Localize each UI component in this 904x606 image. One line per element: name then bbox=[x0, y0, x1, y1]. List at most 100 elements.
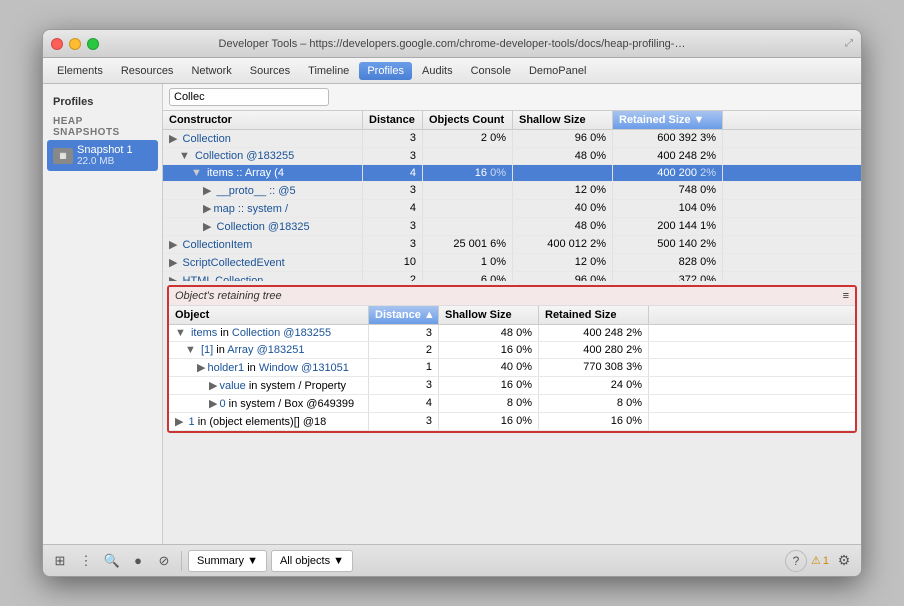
maximize-button[interactable] bbox=[87, 38, 99, 50]
td-shallow: 400 012 2% bbox=[513, 236, 613, 253]
nav-demopanel[interactable]: DemoPanel bbox=[521, 62, 594, 80]
rtd-retained: 400 248 2% bbox=[539, 325, 649, 341]
retaining-row[interactable]: ▶holder1 in Window @131051 1 40 0% 770 3… bbox=[169, 359, 855, 377]
table-row[interactable]: ▶ HTML Collection 2 6 0% 96 0% 372 0% bbox=[163, 272, 861, 281]
panel-toggle-button[interactable]: ⊞ bbox=[49, 550, 71, 572]
nav-network[interactable]: Network bbox=[183, 62, 239, 80]
td-shallow: 12 0% bbox=[513, 254, 613, 271]
retaining-row[interactable]: ▼ items in Collection @183255 3 48 0% 40… bbox=[169, 325, 855, 342]
retaining-row[interactable]: ▶0 in system / Box @649399 4 8 0% 8 0% bbox=[169, 395, 855, 413]
th-retained-size[interactable]: Retained Size ▼ bbox=[613, 111, 723, 129]
rtd-shallow: 8 0% bbox=[439, 395, 539, 412]
search-button[interactable]: 🔍 bbox=[101, 550, 123, 572]
rtd-retained: 8 0% bbox=[539, 395, 649, 412]
rtd-shallow: 16 0% bbox=[439, 377, 539, 394]
devtools-window: Developer Tools – https://developers.goo… bbox=[42, 29, 862, 577]
dropdown-arrow-icon: ▼ bbox=[247, 555, 258, 567]
td-retained: 600 392 3% bbox=[613, 130, 723, 147]
help-button[interactable]: ? bbox=[785, 550, 807, 572]
snapshot-label: Snapshot 1 bbox=[77, 144, 133, 156]
search-input[interactable] bbox=[169, 88, 329, 106]
retaining-row[interactable]: ▶value in system / Property 3 16 0% 24 0… bbox=[169, 377, 855, 395]
td-retained: 828 0% bbox=[613, 254, 723, 271]
upper-table-body[interactable]: ▶ Collection 3 2 0% 96 0% 600 392 3% ▼ C… bbox=[163, 130, 861, 281]
title-bar: Developer Tools – https://developers.goo… bbox=[43, 30, 861, 58]
td-shallow: 48 0% bbox=[513, 148, 613, 164]
record-button[interactable]: ● bbox=[127, 550, 149, 572]
rtd-shallow: 16 0% bbox=[439, 342, 539, 358]
clear-button[interactable]: ⊘ bbox=[153, 550, 175, 572]
window-title: Developer Tools – https://developers.goo… bbox=[219, 38, 686, 50]
sort-asc-arrow-icon: ▲ bbox=[424, 309, 435, 321]
td-shallow: 96 0% bbox=[513, 272, 613, 281]
td-constructor: ▶ __proto__ :: @5 bbox=[163, 182, 363, 199]
table-row[interactable]: ▶ CollectionItem 3 25 001 6% 400 012 2% … bbox=[163, 236, 861, 254]
table-row[interactable]: ▶map :: system / 4 40 0% 104 0% bbox=[163, 200, 861, 218]
rtd-object: ▶value in system / Property bbox=[169, 377, 369, 394]
close-button[interactable] bbox=[51, 38, 63, 50]
table-row-selected[interactable]: ▼ items :: Array (4 4 16 0% 400 200 2% bbox=[163, 165, 861, 182]
rtd-distance: 3 bbox=[369, 377, 439, 394]
table-row[interactable]: ▶ __proto__ :: @5 3 12 0% 748 0% bbox=[163, 182, 861, 200]
nav-sources[interactable]: Sources bbox=[242, 62, 298, 80]
td-obj-count bbox=[423, 182, 513, 199]
nav-elements[interactable]: Elements bbox=[49, 62, 111, 80]
separator bbox=[181, 551, 182, 571]
summary-dropdown[interactable]: Summary ▼ bbox=[188, 550, 267, 572]
td-shallow: 40 0% bbox=[513, 200, 613, 217]
table-row[interactable]: ▼ Collection @183255 3 48 0% 400 248 2% bbox=[163, 148, 861, 165]
sidebar-section: HEAP SNAPSHOTS bbox=[43, 112, 162, 140]
rtd-distance: 3 bbox=[369, 325, 439, 341]
rtd-shallow: 16 0% bbox=[439, 413, 539, 430]
retaining-row[interactable]: ▼ [1] in Array @183251 2 16 0% 400 280 2… bbox=[169, 342, 855, 359]
rth-retained: Retained Size bbox=[539, 306, 649, 324]
rtd-distance: 1 bbox=[369, 359, 439, 376]
panel-menu-icon[interactable]: ≡ bbox=[843, 290, 849, 302]
th-constructor: Constructor bbox=[163, 111, 363, 129]
traffic-lights bbox=[51, 38, 99, 50]
rth-object: Object bbox=[169, 306, 369, 324]
td-retained: 372 0% bbox=[613, 272, 723, 281]
retaining-tree-title: Object's retaining tree ≡ bbox=[169, 287, 855, 306]
nav-audits[interactable]: Audits bbox=[414, 62, 461, 80]
td-distance: 10 bbox=[363, 254, 423, 271]
sort-arrow-icon: ▼ bbox=[694, 114, 705, 126]
td-obj-count: 1 0% bbox=[423, 254, 513, 271]
table-row[interactable]: ▶ ScriptCollectedEvent 10 1 0% 12 0% 828… bbox=[163, 254, 861, 272]
rth-distance[interactable]: Distance ▲ bbox=[369, 306, 439, 324]
minimize-button[interactable] bbox=[69, 38, 81, 50]
warning-icon: ⚠ bbox=[811, 554, 821, 567]
td-shallow: 48 0% bbox=[513, 218, 613, 235]
snapshot-size: 22.0 MB bbox=[77, 156, 133, 167]
retaining-row[interactable]: ▶ 1 in (object elements)[] @18 3 16 0% 1… bbox=[169, 413, 855, 431]
td-obj-count bbox=[423, 200, 513, 217]
snapshot-icon: ▦ bbox=[53, 148, 73, 164]
all-objects-dropdown[interactable]: All objects ▼ bbox=[271, 550, 353, 572]
table-row[interactable]: ▶ Collection @18325 3 48 0% 200 144 1% bbox=[163, 218, 861, 236]
rtd-object: ▶0 in system / Box @649399 bbox=[169, 395, 369, 412]
sidebar-snapshot1[interactable]: ▦ Snapshot 1 22.0 MB bbox=[47, 140, 158, 171]
td-shallow: 96 0% bbox=[513, 130, 613, 147]
td-distance: 2 bbox=[363, 272, 423, 281]
td-distance: 3 bbox=[363, 148, 423, 164]
rth-shallow: Shallow Size bbox=[439, 306, 539, 324]
nav-profiles[interactable]: Profiles bbox=[359, 62, 412, 80]
td-distance: 3 bbox=[363, 130, 423, 147]
rtd-retained: 770 308 3% bbox=[539, 359, 649, 376]
breadcrumb-button[interactable]: ⋮ bbox=[75, 550, 97, 572]
rtd-distance: 3 bbox=[369, 413, 439, 430]
nav-timeline[interactable]: Timeline bbox=[300, 62, 357, 80]
rtd-object: ▼ items in Collection @183255 bbox=[169, 325, 369, 341]
settings-button[interactable]: ⚙ bbox=[833, 550, 855, 572]
upper-table: Constructor Distance Objects Count Shall… bbox=[163, 111, 861, 281]
sidebar-title: Profiles bbox=[43, 92, 162, 112]
nav-bar: Elements Resources Network Sources Timel… bbox=[43, 58, 861, 84]
td-retained: 500 140 2% bbox=[613, 236, 723, 253]
nav-console[interactable]: Console bbox=[463, 62, 519, 80]
nav-resources[interactable]: Resources bbox=[113, 62, 182, 80]
rtd-distance: 2 bbox=[369, 342, 439, 358]
table-row[interactable]: ▶ Collection 3 2 0% 96 0% 600 392 3% bbox=[163, 130, 861, 148]
main-content: Profiles HEAP SNAPSHOTS ▦ Snapshot 1 22.… bbox=[43, 84, 861, 544]
retaining-table-header: Object Distance ▲ Shallow Size Retained … bbox=[169, 306, 855, 325]
rtd-retained: 16 0% bbox=[539, 413, 649, 430]
